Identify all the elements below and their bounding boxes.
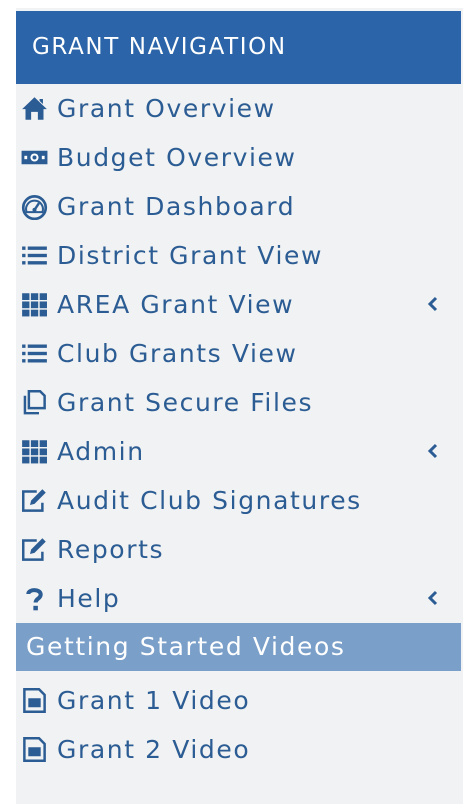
- chevron-left-icon[interactable]: [426, 293, 440, 315]
- nav-item-budget-overview[interactable]: Budget Overview: [16, 133, 461, 182]
- edit-icon: [21, 487, 48, 514]
- nav-item-grant-1-video[interactable]: Grant 1 Video: [16, 676, 461, 725]
- list-icon: [21, 242, 48, 269]
- file-icon: [21, 736, 48, 763]
- question-icon: [21, 585, 48, 612]
- grid-icon: [21, 291, 48, 318]
- nav-item-label: Grant Overview: [57, 94, 276, 123]
- nav-item-grant-dashboard[interactable]: Grant Dashboard: [16, 182, 461, 231]
- nav-item-label: Club Grants View: [57, 339, 298, 368]
- edit-icon: [21, 536, 48, 563]
- nav-item-help[interactable]: Help: [16, 574, 461, 623]
- nav-item-district-grant-view[interactable]: District Grant View: [16, 231, 461, 280]
- nav-item-label: Audit Club Signatures: [57, 486, 362, 515]
- nav-item-label: Admin: [57, 437, 145, 466]
- money-icon: [21, 144, 48, 171]
- nav-item-grant-overview[interactable]: Grant Overview: [16, 84, 461, 133]
- file-icon: [21, 687, 48, 714]
- copy-icon: [21, 389, 48, 416]
- grid-icon: [21, 438, 48, 465]
- chevron-left-icon[interactable]: [426, 587, 440, 609]
- nav-item-label: District Grant View: [57, 241, 324, 270]
- nav-item-club-grants-view[interactable]: Club Grants View: [16, 329, 461, 378]
- nav-item-label: Grant Dashboard: [57, 192, 296, 221]
- dashboard-icon: [21, 193, 48, 220]
- list-icon: [21, 340, 48, 367]
- nav-item-label: Grant 2 Video: [57, 735, 251, 764]
- nav-item-admin[interactable]: Admin: [16, 427, 461, 476]
- nav-item-label: AREA Grant View: [57, 290, 295, 319]
- sidebar-nav: Grant Overview Budget Overview Grant Das…: [16, 84, 461, 774]
- nav-item-label: Grant Secure Files: [57, 388, 314, 417]
- sidebar-header: GRANT NAVIGATION: [16, 11, 461, 84]
- nav-item-grant-secure-files[interactable]: Grant Secure Files: [16, 378, 461, 427]
- chevron-left-icon[interactable]: [426, 440, 440, 462]
- nav-item-area-grant-view[interactable]: AREA Grant View: [16, 280, 461, 329]
- home-icon: [21, 95, 48, 122]
- nav-item-reports[interactable]: Reports: [16, 525, 461, 574]
- nav-item-audit-club-signatures[interactable]: Audit Club Signatures: [16, 476, 461, 525]
- nav-item-label: Budget Overview: [57, 143, 297, 172]
- section-header-getting-started-videos: Getting Started Videos: [16, 623, 461, 671]
- nav-item-label: Reports: [57, 535, 165, 564]
- nav-item-label: Grant 1 Video: [57, 686, 251, 715]
- nav-item-label: Help: [57, 584, 121, 613]
- nav-item-grant-2-video[interactable]: Grant 2 Video: [16, 725, 461, 774]
